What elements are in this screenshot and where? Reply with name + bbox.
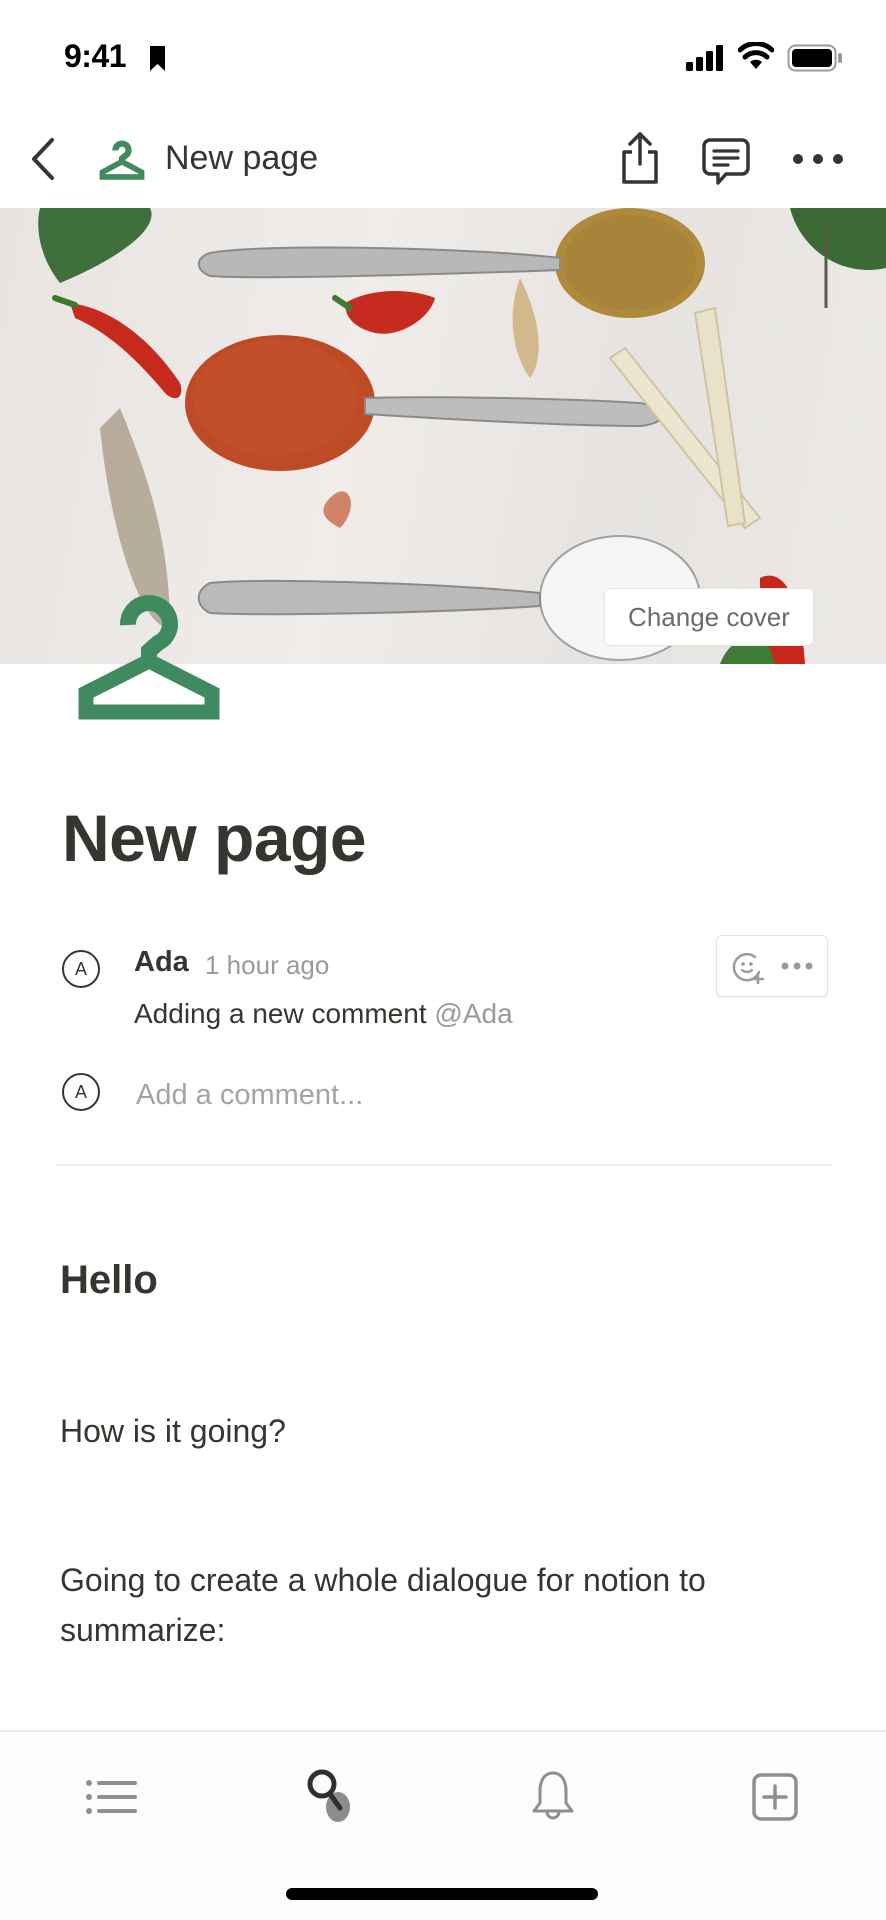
- battery-icon: [787, 44, 842, 72]
- more-button[interactable]: [790, 144, 846, 174]
- comment-icon: [702, 138, 750, 185]
- spoon-handle: [364, 396, 664, 428]
- wifi-icon: [738, 42, 774, 69]
- user-mention[interactable]: @Ada: [434, 998, 512, 1029]
- bell-icon: [532, 1771, 574, 1820]
- tab-search[interactable]: [296, 1762, 366, 1832]
- avatar: A: [62, 1073, 100, 1111]
- tab-new-page[interactable]: [740, 1762, 810, 1832]
- leaf: [790, 208, 886, 270]
- status-time: 9:41: [64, 38, 127, 74]
- chili-pepper: [70, 303, 182, 399]
- tab-sidebar[interactable]: [76, 1762, 146, 1832]
- spoon-handle: [197, 580, 541, 616]
- comment-more-button[interactable]: [779, 954, 815, 978]
- leaf: [38, 208, 152, 283]
- add-comment-input[interactable]: [136, 1073, 826, 1117]
- tab-updates[interactable]: [518, 1762, 588, 1832]
- chili-pepper: [345, 291, 435, 334]
- comment-timestamp: 1 hour ago: [205, 950, 330, 980]
- clothes-hanger-icon: [99, 140, 145, 180]
- text-block[interactable]: How is it going?: [60, 1413, 286, 1450]
- share-button[interactable]: [618, 130, 662, 186]
- page-title[interactable]: New page: [62, 800, 367, 876]
- text-block[interactable]: Going to create a whole dialogue for not…: [60, 1555, 840, 1655]
- add-reaction-button[interactable]: [731, 950, 765, 986]
- status-bar: 9:41: [0, 0, 886, 110]
- sidebar-list-icon: [86, 1780, 137, 1814]
- change-cover-button[interactable]: Change cover: [604, 588, 814, 646]
- more-icon: [781, 962, 813, 970]
- avatar: A: [62, 950, 100, 988]
- heading-block[interactable]: Hello: [60, 1258, 158, 1303]
- add-reaction-icon: [732, 952, 765, 986]
- nav-bar: New page: [0, 120, 886, 206]
- divider: [56, 1164, 832, 1166]
- comments-button[interactable]: [700, 136, 752, 188]
- page-icon-clothes-hanger[interactable]: [76, 585, 222, 720]
- clothes-hanger-icon: [120, 595, 178, 661]
- comment-actions-toolbar: [716, 935, 828, 997]
- more-icon: [793, 154, 843, 164]
- comment-text-content: Adding a new comment: [134, 998, 435, 1029]
- bookmark-icon: [150, 46, 165, 71]
- search-icon: [307, 1769, 350, 1822]
- home-indicator: [286, 1888, 598, 1900]
- comment-text: Adding a new comment @Ada: [134, 998, 513, 1030]
- comment-author: Ada: [134, 946, 189, 978]
- share-icon: [622, 132, 658, 184]
- back-button[interactable]: [24, 134, 64, 184]
- spoon-handle: [197, 246, 561, 279]
- chevron-left-icon: [32, 138, 54, 180]
- new-page-icon: [752, 1773, 798, 1821]
- signal-icon: [686, 45, 723, 71]
- nav-page-title[interactable]: New page: [165, 139, 318, 178]
- add-comment-row: A: [62, 1073, 832, 1119]
